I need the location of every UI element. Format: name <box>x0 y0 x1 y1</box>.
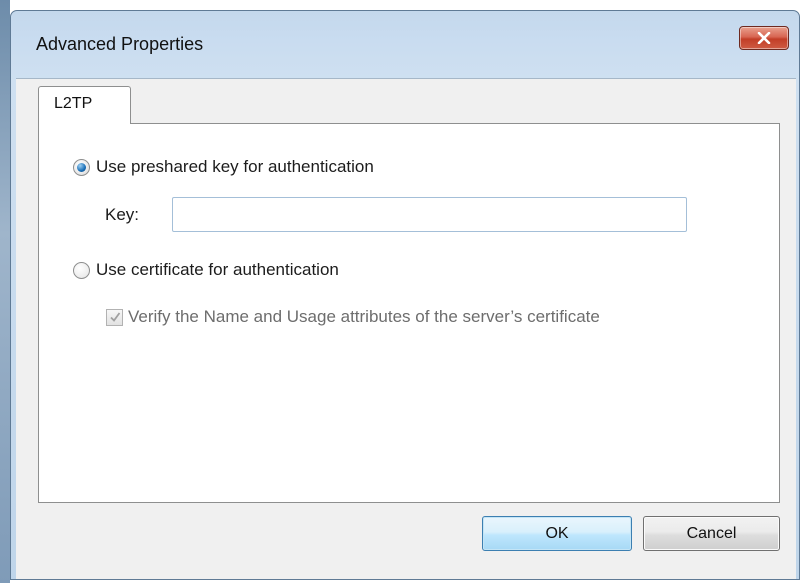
certificate-option[interactable]: Use certificate for authentication <box>73 260 339 280</box>
screen: Advanced Properties L2TP Use preshared k… <box>0 0 807 583</box>
certificate-radio[interactable] <box>73 261 90 279</box>
close-button[interactable] <box>739 26 789 50</box>
ok-button[interactable]: OK <box>482 516 632 551</box>
tab-l2tp[interactable]: L2TP <box>38 86 131 124</box>
preshared-key-option[interactable]: Use preshared key for authentication <box>73 157 374 177</box>
key-label: Key: <box>105 205 140 224</box>
verify-certificate-option[interactable]: Verify the Name and Usage attributes of … <box>106 307 600 327</box>
window-title: Advanced Properties <box>36 34 204 54</box>
preshared-key-radio[interactable] <box>73 158 90 176</box>
desktop-background <box>0 0 10 583</box>
checkmark-icon <box>109 312 120 322</box>
verify-certificate-label: Verify the Name and Usage attributes of … <box>128 307 600 326</box>
close-x-icon <box>757 32 771 44</box>
certificate-label[interactable]: Use certificate for authentication <box>96 260 339 280</box>
cancel-button[interactable]: Cancel <box>643 516 780 551</box>
verify-certificate-checkbox[interactable] <box>106 308 123 326</box>
key-input[interactable] <box>172 197 687 232</box>
radio-selected-dot <box>77 162 86 172</box>
preshared-key-label[interactable]: Use preshared key for authentication <box>96 157 374 177</box>
